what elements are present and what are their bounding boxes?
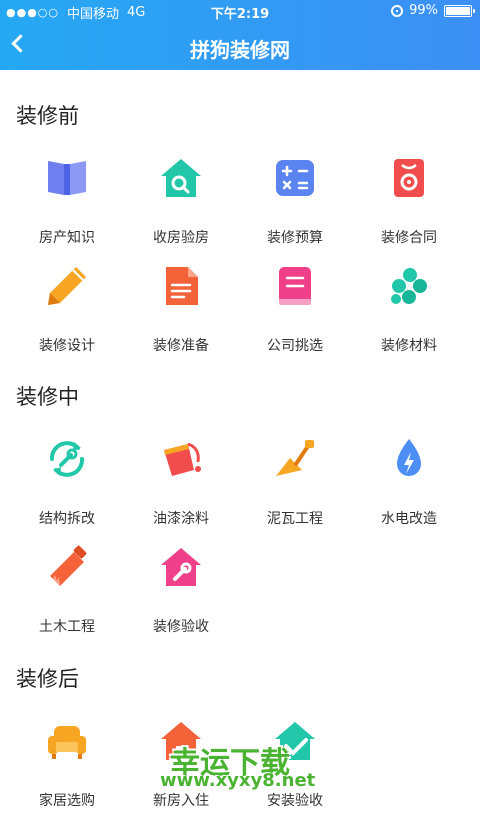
- menu-item-label: 装修预算: [267, 230, 323, 246]
- page-title: 拼狗装修网: [190, 38, 290, 62]
- title-bar: 拼狗装修网: [0, 28, 480, 64]
- menu-item-budget[interactable]: 装修预算: [238, 155, 352, 263]
- menu-item-label: 装修设计: [39, 338, 95, 354]
- battery-icon: [444, 4, 475, 17]
- menu-item-label: 收房验房: [153, 230, 209, 246]
- section-title-during: 装修中: [16, 385, 79, 409]
- menu-item-paint[interactable]: 油漆涂料: [124, 436, 238, 544]
- contract-icon: [386, 155, 432, 201]
- menu-item-label: 新房入住: [153, 793, 209, 809]
- grid-row: 结构拆改 油漆涂料 泥瓦工程 水电改造: [10, 436, 480, 544]
- rotation-lock-icon: [391, 4, 404, 17]
- sofa-icon: [44, 718, 90, 764]
- materials-icon: [386, 263, 432, 309]
- menu-item-label: 装修验收: [153, 619, 209, 635]
- menu-item-label: 土木工程: [39, 619, 95, 635]
- grid-row: 装修设计 装修准备 公司挑选 装修材料: [10, 263, 480, 371]
- menu-item-house-inspection[interactable]: 收房验房: [124, 155, 238, 263]
- menu-item-structure-demolition[interactable]: 结构拆改: [10, 436, 124, 544]
- check-house-icon: [272, 718, 318, 764]
- grid-row: 家居选购 新房入住 安装验收: [10, 718, 480, 826]
- house-icon: [158, 718, 204, 764]
- document-icon: [158, 263, 204, 309]
- menu-item-masonry[interactable]: 泥瓦工程: [238, 436, 352, 544]
- menu-item-design[interactable]: 装修设计: [10, 263, 124, 371]
- menu-item-label: 装修合同: [381, 230, 437, 246]
- menu-item-label: 泥瓦工程: [267, 511, 323, 527]
- pencil-icon: [44, 263, 90, 309]
- menu-item-water-electric[interactable]: 水电改造: [352, 436, 466, 544]
- menu-item-property-knowledge[interactable]: 房产知识: [10, 155, 124, 263]
- battery-level: [446, 6, 470, 15]
- menu-item-label: 装修材料: [381, 338, 437, 354]
- menu-item-label: 安装验收: [267, 793, 323, 809]
- grid-row: 土木工程 装修验收: [10, 544, 480, 652]
- book-icon: [44, 155, 90, 201]
- menu-item-contract[interactable]: 装修合同: [352, 155, 466, 263]
- menu-item-materials[interactable]: 装修材料: [352, 263, 466, 371]
- calculator-icon: [272, 155, 318, 201]
- saw-icon: [44, 544, 90, 590]
- menu-item-installation-acceptance[interactable]: 安装验收: [238, 718, 352, 826]
- menu-item-company-selection[interactable]: 公司挑选: [238, 263, 352, 371]
- wrench-cycle-icon: [44, 436, 90, 482]
- list-book-icon: [272, 263, 318, 309]
- menu-item-label: 水电改造: [381, 511, 437, 527]
- menu-item-move-in[interactable]: 新房入住: [124, 718, 238, 826]
- menu-item-label: 油漆涂料: [153, 511, 209, 527]
- status-bar: ●●●○○ 中国移动 4G 下午2:19 99%: [0, 0, 480, 22]
- menu-item-label: 家居选购: [39, 793, 95, 809]
- menu-item-label: 装修准备: [153, 338, 209, 354]
- menu-item-label: 结构拆改: [39, 511, 95, 527]
- menu-item-civil-engineering[interactable]: 土木工程: [10, 544, 124, 652]
- menu-item-label: 房产知识: [39, 230, 95, 246]
- grid-row: 房产知识 收房验房 装修预算 装修合同: [10, 155, 480, 263]
- paint-bucket-icon: [158, 436, 204, 482]
- menu-item-label: 公司挑选: [267, 338, 323, 354]
- trowel-icon: [272, 436, 318, 482]
- water-electric-icon: [386, 436, 432, 482]
- house-search-icon: [158, 155, 204, 201]
- section-title-before: 装修前: [16, 104, 79, 128]
- app-header: ●●●○○ 中国移动 4G 下午2:19 99% 拼狗装修网: [0, 0, 480, 70]
- section-title-after: 装修后: [16, 667, 79, 691]
- menu-item-acceptance[interactable]: 装修验收: [124, 544, 238, 652]
- menu-item-furniture[interactable]: 家居选购: [10, 718, 124, 826]
- battery-percent: 99%: [409, 3, 438, 18]
- house-tool-icon: [158, 544, 204, 590]
- menu-item-preparation[interactable]: 装修准备: [124, 263, 238, 371]
